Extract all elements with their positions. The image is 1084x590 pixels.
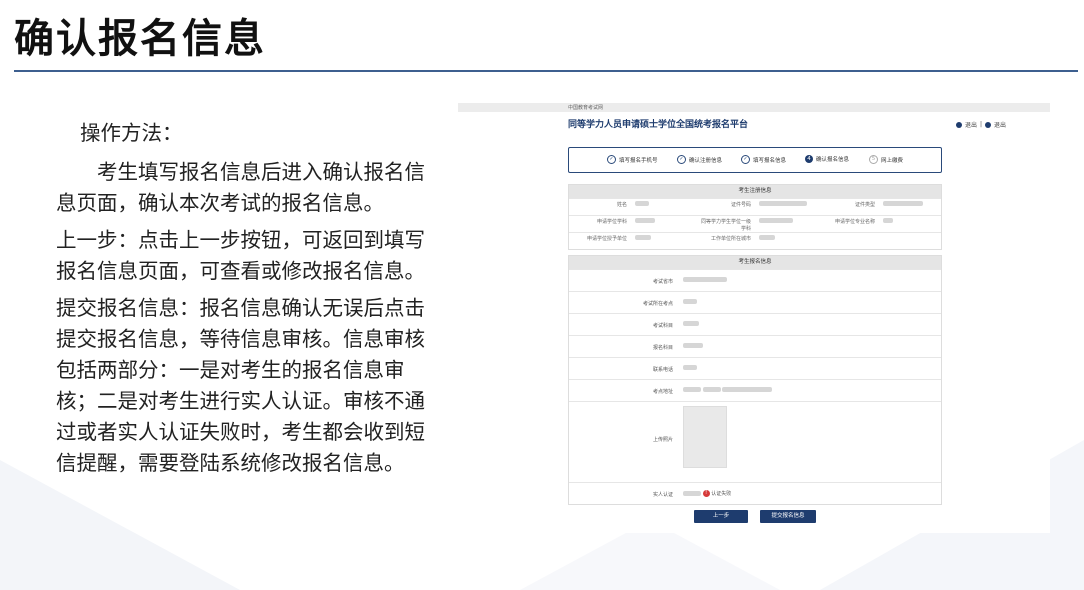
instructions-panel: 操作方法： 考生填写报名信息后进入确认报名信息页面，确认本次考试的报名信息。 上… (56, 118, 428, 485)
step-4: 4 确认报名信息 (805, 155, 849, 163)
step-3: ✓ 填写报名信息 (741, 155, 786, 164)
embedded-breadcrumb: 中国教育考试网 (568, 105, 604, 111)
form-row: 实人认证 ! 认证失败 (569, 482, 941, 504)
instruction-paragraph-1: 考生填写报名信息后进入确认报名信息页面，确认本次考试的报名信息。 (56, 160, 425, 215)
step-1: ✓ 填写报名手机号 (607, 155, 658, 164)
step-label: 确认报名信息 (816, 157, 850, 163)
section1-title: 考生注册信息 (569, 185, 941, 198)
method-heading: 操作方法： (80, 121, 183, 145)
previous-step-button[interactable]: 上一步 (694, 510, 748, 523)
embedded-topbar: 中国教育考试网 (458, 103, 1050, 112)
logout-icon (984, 121, 991, 128)
instruction-paragraph-2: 上一步：点击上一步按钮，可返回到填写报名信息页面，可查看或修改报名信息。 (56, 228, 425, 283)
form-row: 考试所在考点 (569, 291, 941, 313)
user-link-1[interactable]: 退出 (965, 120, 977, 129)
embedded-screenshot: 中国教育考试网 同等学力人员申请硕士学位全国统考报名平台 退出 | 退出 ✓ 填… (458, 103, 1050, 533)
page-title: 确认报名信息 (14, 16, 266, 62)
step-number-badge: 4 (805, 155, 813, 163)
step-label: 填写报名信息 (753, 157, 787, 164)
title-divider (14, 70, 1078, 72)
step-2: ✓ 确认注册信息 (677, 155, 722, 164)
form-row: 联系电话 (569, 357, 941, 379)
section2-title: 考生报名信息 (569, 256, 941, 269)
error-icon: ! (702, 490, 710, 497)
form-row: 报名科目 (569, 335, 941, 357)
user-link-2[interactable]: 退出 (994, 120, 1006, 129)
form-row: 考试科目 (569, 313, 941, 335)
table-row: 姓名 证件号码 证件类型 (569, 198, 941, 215)
check-icon: ✓ (607, 155, 616, 164)
submit-registration-button[interactable]: 提交报名信息 (760, 510, 816, 523)
check-icon: ✓ (741, 155, 750, 164)
registration-info-panel: 考生注册信息 姓名 证件号码 证件类型 申请学位学科 同等学力学生学位一级学科 … (568, 184, 942, 250)
photo-thumbnail (683, 406, 727, 468)
user-icon (955, 121, 962, 128)
instruction-paragraph-3: 提交报名信息：报名信息确认无误后点击提交报名信息，等待信息审核。信息审核包括两部… (56, 296, 425, 475)
table-row: 申请学位学科 同等学力学生学位一级学科 申请学位专业名称 (569, 215, 941, 232)
progress-steps: ✓ 填写报名手机号 ✓ 确认注册信息 ✓ 填写报名信息 4 确认报名信息 5 网… (568, 147, 942, 173)
form-row: 考点地址 (569, 379, 941, 401)
step-label: 网上缴费 (881, 157, 904, 164)
form-row: 上传照片 (569, 401, 941, 482)
exam-info-panel: 考生报名信息 考试省市 考试所在考点 考试科目 报名科目 联系电话 考点地址 上… (568, 255, 942, 505)
step-5: 5 网上缴费 (869, 155, 903, 164)
check-icon: ✓ (677, 155, 686, 164)
table-row: 申请学位授予单位 工作单位所在城市 (569, 232, 941, 249)
verify-status: 认证失败 (711, 491, 732, 497)
user-links: 退出 | 退出 (955, 120, 1006, 129)
step-label: 填写报名手机号 (619, 157, 658, 164)
platform-title: 同等学力人员申请硕士学位全国统考报名平台 (568, 120, 749, 130)
step-number-badge: 5 (869, 155, 878, 164)
step-label: 确认注册信息 (689, 157, 723, 164)
form-row: 考试省市 (569, 269, 941, 291)
